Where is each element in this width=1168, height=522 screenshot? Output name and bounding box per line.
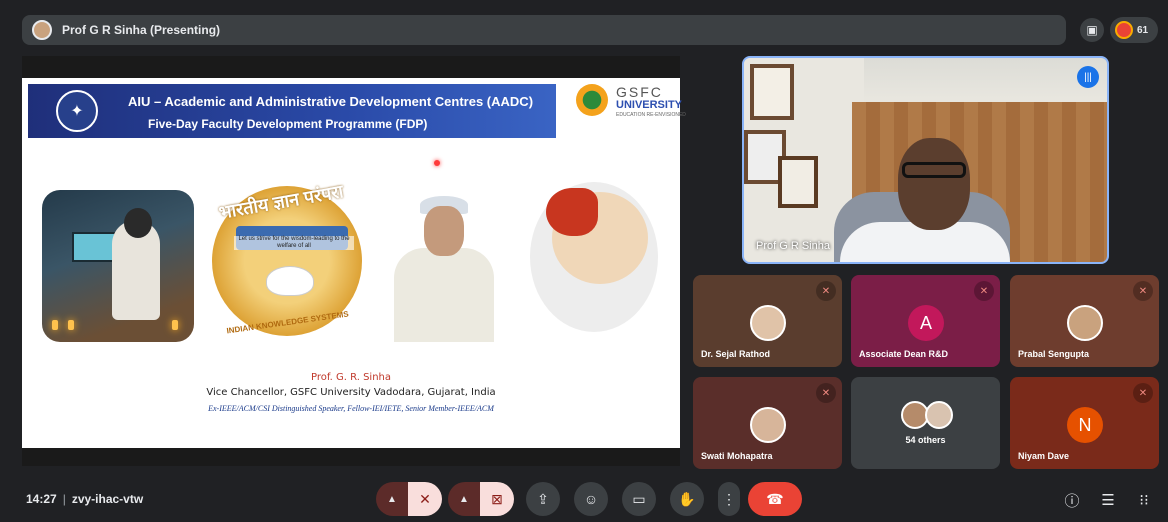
meeting-time: 14:27: [26, 492, 57, 506]
aiu-logo-icon: ✦: [56, 90, 98, 132]
speaker-credentials: Ex-IEEE/ACM/CSI Distinguished Speaker, F…: [208, 404, 494, 413]
thinking-man-image: [390, 188, 498, 342]
captions-button[interactable]: ▭: [622, 482, 656, 516]
participant-name: Dr. Sejal Rathod: [701, 349, 771, 359]
presenting-banner: Prof G R Sinha (Presenting): [22, 15, 1066, 45]
hangup-icon: ☎: [766, 490, 784, 507]
participants-count: 61: [1137, 24, 1149, 36]
meeting-info: 14:27 | zvy-ihac-vtw: [26, 492, 144, 506]
avatar: [750, 305, 786, 341]
participant-name: Associate Dean R&D: [859, 349, 949, 359]
swan-icon: [266, 266, 314, 296]
gsfc-name: GSFC: [616, 84, 663, 100]
mic-off-icon: ✕: [974, 281, 994, 301]
camera-options-button[interactable]: ▲: [448, 482, 480, 516]
presenter-video-tile[interactable]: ||| Prof G R Sinha: [742, 56, 1109, 264]
mic-off-icon: ✕: [1133, 383, 1153, 403]
laser-pointer-icon: [434, 160, 440, 166]
others-count: 54 others: [905, 435, 946, 445]
presenting-label: Prof G R Sinha (Presenting): [62, 23, 221, 37]
avatar: A: [908, 305, 944, 341]
activities-icon[interactable]: ⁝⁝: [1134, 490, 1154, 510]
participant-tile[interactable]: ✕ A Associate Dean R&D: [851, 275, 1000, 367]
emoji-icon: ☺: [583, 491, 599, 507]
gsfc-tagline: EDUCATION RE-ENVISIONED: [616, 112, 686, 118]
leave-call-button[interactable]: ☎: [748, 482, 802, 516]
chat-icon[interactable]: ☰: [1098, 490, 1118, 510]
raise-hand-button[interactable]: ✋: [670, 482, 704, 516]
participant-tile[interactable]: ✕ N Niyam Dave: [1010, 377, 1159, 469]
participant-tile[interactable]: ✕ Swati Mohapatra: [693, 377, 842, 469]
avatar: [750, 407, 786, 443]
gsfc-university: UNIVERSITY: [616, 99, 683, 111]
wall-frame: [778, 156, 818, 208]
emoji-button[interactable]: ☺: [574, 482, 608, 516]
brain-image: [524, 178, 664, 338]
avatar: N: [1067, 407, 1103, 443]
chevron-up-icon: ▲: [459, 493, 469, 505]
participant-tile[interactable]: ✕ Prabal Sengupta: [1010, 275, 1159, 367]
present-screen-button[interactable]: ⇪: [526, 482, 560, 516]
participant-tile[interactable]: ✕ Dr. Sejal Rathod: [693, 275, 842, 367]
camera-toggle-button[interactable]: ⊠: [480, 482, 514, 516]
meeting-code[interactable]: zvy-ihac-vtw: [72, 492, 143, 506]
speaking-indicator-icon: |||: [1077, 66, 1099, 88]
presenter-avatar: [32, 20, 52, 40]
avatar: [1067, 305, 1103, 341]
gsfc-logo: GSFC UNIVERSITY EDUCATION RE-ENVISIONED: [576, 82, 686, 122]
hand-icon: ✋: [678, 490, 696, 507]
slide-header-title: AIU – Academic and Administrative Develo…: [128, 94, 534, 109]
present-icon: ⇪: [537, 490, 549, 507]
indian-knowledge-systems-logo: भारतीय ज्ञान परंपरा Let us strive for th…: [202, 178, 376, 348]
slide-header-subtitle: Five-Day Faculty Development Programme (…: [148, 117, 428, 131]
participants-button[interactable]: 61: [1110, 17, 1158, 43]
ai-scientist-image: [42, 190, 194, 342]
speaker-name: Prof. G. R. Sinha: [311, 372, 391, 383]
mic-off-icon: ✕: [1133, 281, 1153, 301]
info-icon[interactable]: ⓘ: [1062, 490, 1082, 510]
slide-header: ✦ AIU – Academic and Administrative Deve…: [28, 84, 556, 138]
presenter-face: [898, 138, 970, 230]
mic-off-icon: ✕: [816, 281, 836, 301]
mic-off-icon: ✕: [816, 383, 836, 403]
presentation-slide: ✦ AIU – Academic and Administrative Deve…: [22, 78, 686, 448]
presentation-off-icon[interactable]: ▣: [1080, 18, 1104, 42]
mic-toggle-button[interactable]: ✕: [408, 482, 442, 516]
iks-motto: Let us strive for the wisdom-leading to …: [234, 236, 354, 250]
speaker-title: Vice Chancellor, GSFC University Vadodar…: [206, 387, 496, 398]
more-vert-icon: ⋮: [722, 490, 736, 507]
camera-off-icon: ⊠: [491, 490, 503, 507]
wall-frame: [750, 64, 794, 120]
people-icon: [1115, 21, 1133, 39]
avatar: [925, 401, 953, 429]
others-tile[interactable]: 54 others: [851, 377, 1000, 469]
participant-name: Prabal Sengupta: [1018, 349, 1090, 359]
more-options-button[interactable]: ⋮: [718, 482, 740, 516]
presenter-tile-name: Prof G R Sinha: [756, 240, 830, 252]
captions-icon: ▭: [632, 490, 646, 507]
chevron-up-icon: ▲: [387, 493, 397, 505]
participant-name: Niyam Dave: [1018, 451, 1070, 461]
mic-options-button[interactable]: ▲: [376, 482, 408, 516]
gsfc-tree-icon: [576, 84, 608, 116]
mic-off-icon: ✕: [419, 490, 431, 507]
participant-name: Swati Mohapatra: [701, 451, 773, 461]
